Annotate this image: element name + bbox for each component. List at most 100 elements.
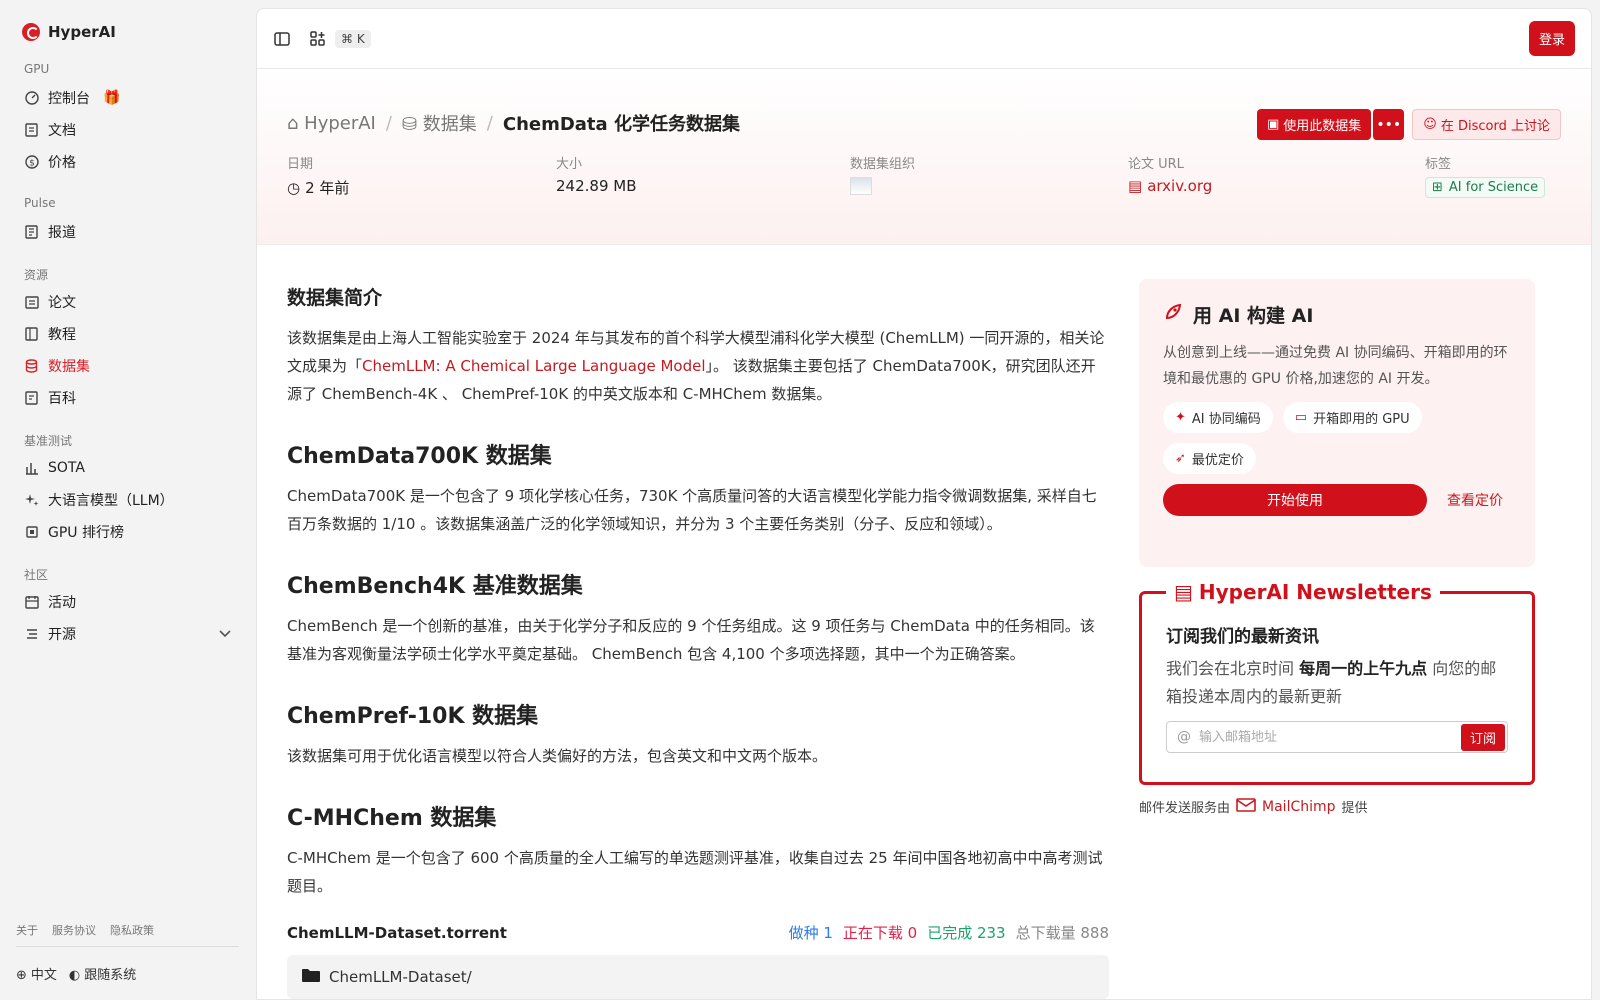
chart-icon	[24, 461, 39, 476]
sidebar-item-label: 数据集	[48, 359, 90, 375]
subscribe-button[interactable]: 订阅	[1460, 723, 1505, 751]
sidebar-item-events[interactable]: 活动	[16, 586, 239, 618]
meta-date-value: ◷ 2 年前	[287, 177, 556, 198]
sidebar-item-datasets[interactable]: 数据集	[16, 350, 239, 382]
list-icon	[24, 627, 39, 642]
meta-tags: 标签 ⊞ AI for Science	[1425, 153, 1546, 198]
meta-date-label: 日期	[287, 157, 314, 172]
seeding-count: 做种 1	[788, 924, 833, 942]
breadcrumb-separator: /	[486, 112, 493, 134]
database-icon	[24, 359, 39, 374]
newsletter-card: ▤ HyperAI Newsletters 订阅我们的最新资讯 我们会在北京时间 …	[1139, 580, 1535, 785]
view-pricing-link[interactable]: 查看定价	[1447, 490, 1503, 510]
section-heading-chempref: ChemPref-10K 数据集	[287, 704, 539, 729]
sidebar-item-label: 百科	[48, 391, 76, 407]
email-field: @ 订阅	[1166, 721, 1508, 753]
tag-icon: ⊞	[1432, 180, 1443, 195]
mailchimp-link[interactable]: MailChimp	[1262, 799, 1336, 815]
sidebar-item-label: GPU 排行榜	[48, 525, 124, 541]
sidebar-item-label: 文档	[48, 123, 76, 139]
use-dataset-button[interactable]: ▣ 使用此数据集	[1256, 109, 1372, 140]
breadcrumb-home[interactable]: ⌂ HyperAI	[287, 113, 376, 134]
footer-settings: ⊕ 中文 ◐ 跟随系统	[16, 964, 136, 983]
file-tree-root[interactable]: ChemLLM-Dataset/	[287, 955, 1109, 999]
terminal-icon: ▣	[1266, 117, 1280, 132]
section-text-cmhchem: C-MHChem 是一个包含了 600 个高质量的全人工编写的单选题测评基准，收…	[287, 849, 1103, 895]
paper-title-link[interactable]: ChemLLM: A Chemical Large Language Model	[362, 357, 706, 375]
sparkle-icon	[24, 493, 39, 508]
feature-pill-coding: ✦ AI 协同编码	[1163, 402, 1273, 433]
brand[interactable]: HyperAI	[16, 20, 239, 44]
rocket-icon	[1163, 302, 1183, 327]
meta-paper: 论文 URL ▤ arxiv.org	[1128, 153, 1425, 198]
sidebar-item-gpu-leaderboard[interactable]: GPU 排行榜	[16, 516, 239, 548]
sidebar-toggle-icon[interactable]	[273, 30, 291, 48]
command-palette-icon[interactable]	[309, 30, 327, 48]
calendar-icon	[24, 595, 39, 610]
theme-switch[interactable]: ◐ 跟随系统	[69, 964, 136, 983]
sidebar-item-docs[interactable]: 文档	[16, 114, 239, 146]
dataset-meta: 日期 ◷ 2 年前 大小 242.89 MB 数据集组织 论文 URL ▤ arxi…	[287, 153, 1561, 198]
sidebar-item-tutorials[interactable]: 教程	[16, 318, 239, 350]
wiki-icon	[24, 391, 39, 406]
tag-badge[interactable]: ⊞ AI for Science	[1425, 177, 1546, 198]
mail-note-c: 提供	[1341, 801, 1368, 816]
downloading-count: 正在下载 0	[842, 924, 918, 942]
pill-label: 开箱即用的 GPU	[1313, 412, 1410, 427]
language-switch[interactable]: ⊕ 中文	[16, 964, 57, 983]
sidebar-item-console[interactable]: 控制台 🎁	[16, 82, 239, 114]
footer-link-terms[interactable]: 服务协议	[52, 922, 96, 938]
footer-link-about[interactable]: 关于	[16, 922, 38, 938]
section-text-chembench: ChemBench 是一个创新的基准，由关于化学分子和反应的 9 个任务组成。这…	[287, 617, 1095, 663]
meta-size: 大小 242.89 MB	[556, 153, 850, 198]
meta-tags-label: 标签	[1425, 157, 1452, 172]
sidebar-item-papers[interactable]: 论文	[16, 286, 239, 318]
sidebar-item-pricing[interactable]: $ 价格	[16, 146, 239, 178]
doc-icon	[24, 123, 39, 138]
sidebar-item-sota[interactable]: SOTA	[16, 452, 239, 484]
section-gpu: GPU	[24, 62, 50, 76]
footer-link-privacy[interactable]: 隐私政策	[110, 922, 154, 938]
meta-org-value[interactable]	[850, 177, 1128, 195]
sidebar-item-news[interactable]: 报道	[16, 216, 239, 248]
section-heading-cmhchem: C-MHChem 数据集	[287, 806, 497, 831]
server-icon: ▭	[1294, 410, 1308, 425]
sidebar-item-wiki[interactable]: 百科	[16, 382, 239, 414]
sidebar-item-label: 价格	[48, 155, 76, 171]
discord-button[interactable]: ☺ 在 Discord 上讨论	[1412, 109, 1561, 140]
sidebar-item-label: 报道	[48, 225, 76, 241]
start-button[interactable]: 开始使用	[1163, 484, 1427, 516]
discord-icon: ☺	[1423, 117, 1437, 132]
breadcrumb-datasets-label: 数据集	[422, 114, 477, 135]
mail-note-a: 邮件发送服务由	[1139, 801, 1231, 816]
sidebar-item-opensource[interactable]: 开源	[16, 618, 239, 650]
build-card-title: 用 AI 构建 AI	[1163, 301, 1511, 328]
page-title: ChemData 化学任务数据集	[502, 114, 740, 135]
torrent-name[interactable]: ChemLLM-Dataset.torrent	[287, 924, 507, 942]
organization-logo	[850, 177, 872, 195]
sidebar-item-llm[interactable]: 大语言模型（LLM）	[16, 484, 239, 516]
book-icon	[24, 327, 39, 342]
mail-service-note: 邮件发送服务由 MailChimp 提供	[1139, 797, 1535, 816]
language-label: 中文	[30, 968, 57, 983]
news-icon	[24, 225, 39, 240]
sidebar-item-label: 教程	[48, 327, 76, 343]
section-pulse: Pulse	[24, 196, 56, 210]
login-button[interactable]: 登录	[1528, 21, 1575, 56]
newsletter-heading: 订阅我们的最新资讯	[1166, 627, 1319, 647]
sidebar-item-label: 活动	[48, 595, 76, 611]
email-input[interactable]	[1199, 729, 1453, 745]
more-options-button[interactable]: •••	[1372, 109, 1405, 140]
sidebar-item-label: 论文	[48, 295, 76, 311]
chevron-down-icon[interactable]	[219, 626, 231, 642]
chip-icon	[24, 525, 39, 540]
folder-name: ChemLLM-Dataset/	[329, 968, 472, 986]
sidebar-item-label: 大语言模型（LLM）	[48, 493, 174, 509]
hyperai-logo-icon	[22, 23, 40, 41]
torrent-stats: 做种 1 正在下载 0 已完成 233 总下载量 888	[789, 922, 1109, 943]
sparkle-icon: ✦	[1175, 410, 1186, 425]
breadcrumb-datasets[interactable]: ⛁ 数据集	[402, 110, 477, 136]
aside: 用 AI 构建 AI 从创意到上线——通过免费 AI 协同编码、开箱即用的环境和…	[1139, 279, 1535, 816]
discord-label: 在 Discord 上讨论	[1440, 119, 1550, 134]
paper-link[interactable]: ▤ arxiv.org	[1128, 177, 1425, 195]
